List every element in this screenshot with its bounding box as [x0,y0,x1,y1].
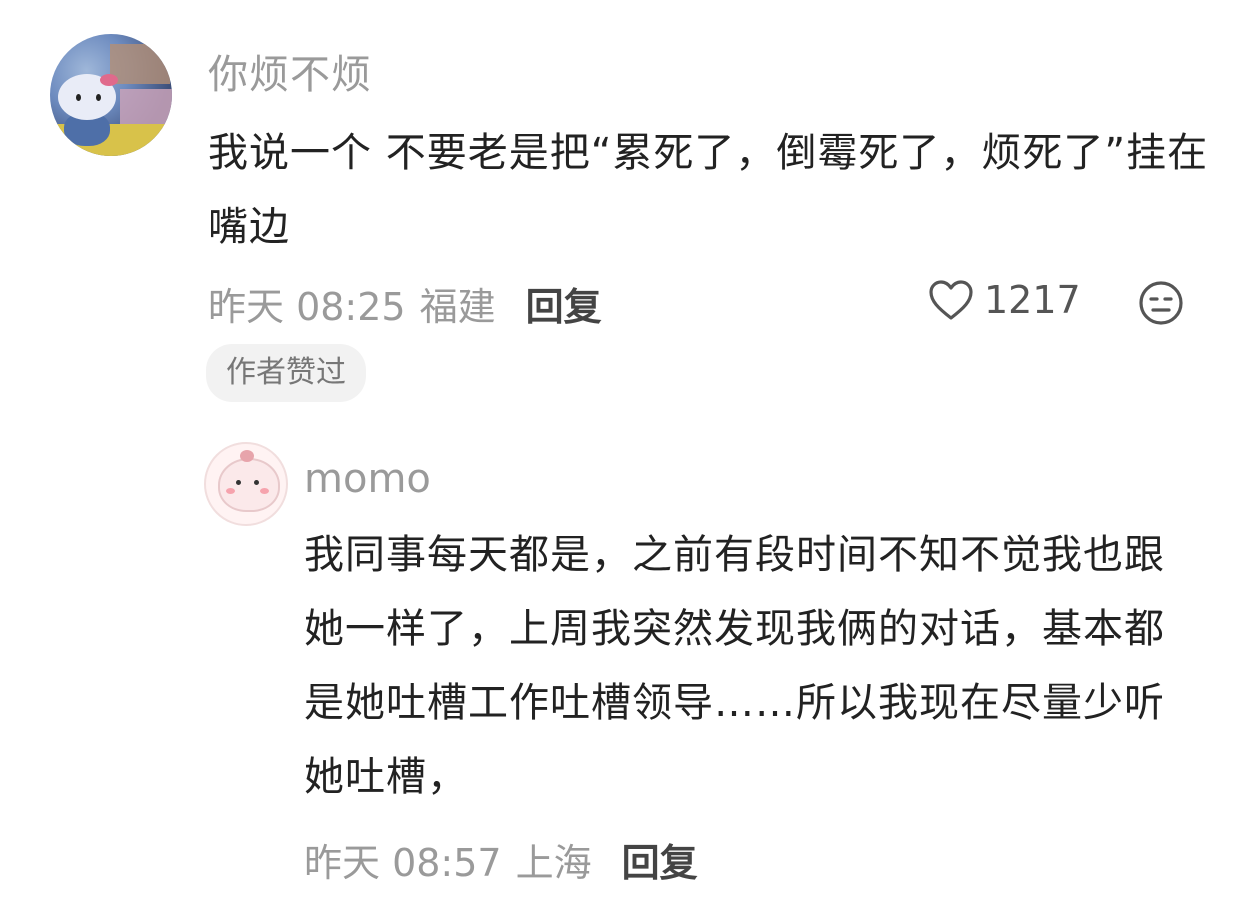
avatar-kitty-bow [100,74,118,86]
comment-location: 福建 [419,285,496,329]
reply-meta: 昨天 08:57 上海 回复 [304,832,698,887]
heart-outline-icon [929,280,973,320]
reply-reply-button[interactable]: 回复 [622,832,698,887]
comment-time: 昨天 08:25 [208,285,406,329]
avatar-cheek [226,488,235,494]
avatar-eye [236,480,241,485]
avatar-eye [76,94,81,101]
reply-text: 我同事每天都是，之前有段时间不知不觉我也跟她一样了，上周我突然发现我俩的对话，基… [304,532,1165,800]
comment-meta: 昨天 08:25 福建 回复 [208,276,602,331]
reply-location: 上海 [515,841,592,885]
dislike-button[interactable] [1138,280,1184,330]
author-liked-badge: 作者赞过 [206,344,366,402]
reply-button[interactable]: 回复 [526,276,602,331]
avatar-eye [254,480,259,485]
reply-username[interactable]: momo [304,456,431,502]
meh-face-icon [1139,281,1183,325]
like-count: 1217 [984,278,1081,322]
avatar-sprout [240,450,254,462]
avatar[interactable] [50,34,172,156]
avatar-character [218,458,280,512]
avatar-bg-shelf [120,89,172,129]
avatar-eye [96,94,101,101]
comment-username[interactable]: 你烦不烦 [208,42,372,100]
reply-avatar[interactable] [204,442,288,526]
reply-time: 昨天 08:57 [304,841,502,885]
like-button[interactable]: 1217 [928,278,1081,322]
avatar-bg-shelf [110,44,170,84]
comment-text: 我说一个 不要老是把“累死了，倒霉死了，烦死了”挂在嘴边 [208,130,1209,250]
avatar-cheek [260,488,269,494]
